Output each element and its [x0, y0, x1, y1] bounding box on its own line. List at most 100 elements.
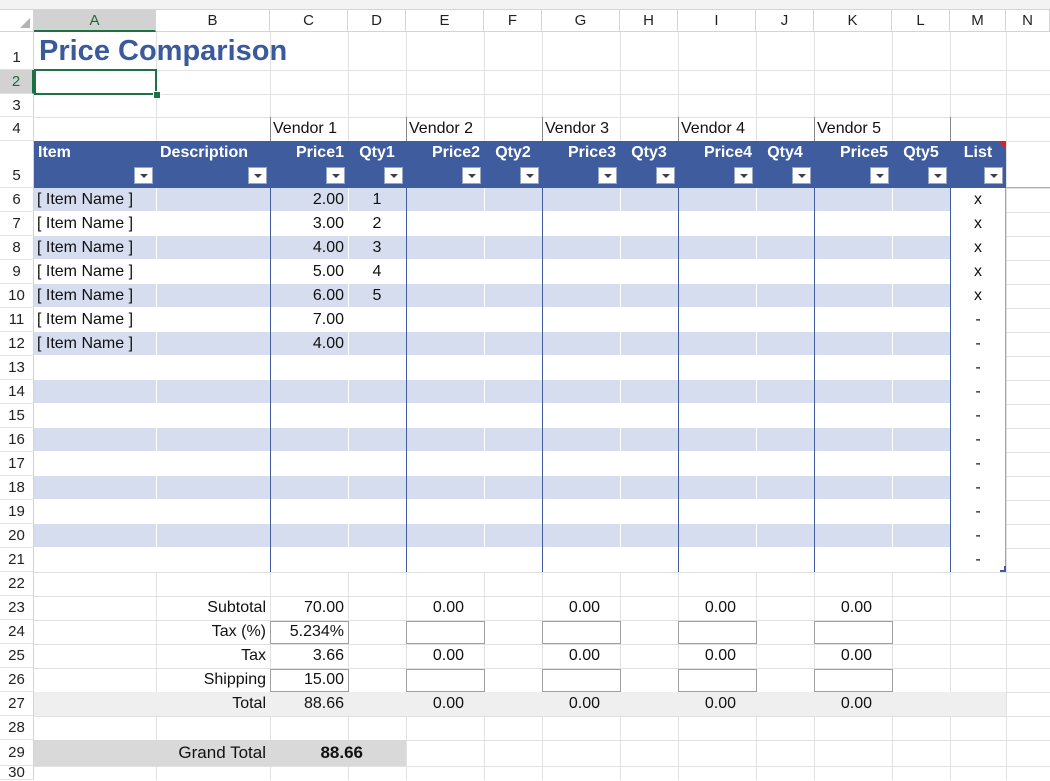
table-row[interactable] [34, 188, 950, 212]
filter-dropdown-price5[interactable] [870, 167, 889, 184]
row-header-6[interactable]: 6 [0, 188, 34, 212]
filter-dropdown-qty1[interactable] [384, 167, 403, 184]
summary-input-shipping-v3[interactable] [542, 669, 621, 692]
list-flag[interactable]: - [950, 333, 1006, 355]
list-flag[interactable]: - [950, 429, 1006, 451]
row-header-1[interactable]: 1 [0, 32, 34, 70]
list-flag[interactable]: x [950, 237, 1006, 259]
row-header-2[interactable]: 2 [0, 70, 34, 94]
table-row[interactable] [34, 428, 950, 452]
price1-value[interactable]: 7.00 [270, 309, 344, 331]
column-header-b[interactable]: B [156, 10, 270, 32]
row-header-22[interactable]: 22 [0, 572, 34, 596]
list-flag[interactable]: x [950, 189, 1006, 211]
column-header-g[interactable]: G [542, 10, 620, 32]
summary-input-shipping-v2[interactable] [406, 669, 485, 692]
filter-dropdown-qty4[interactable] [792, 167, 811, 184]
summary-input-shipping-v5[interactable] [814, 669, 893, 692]
item-name[interactable]: [ Item Name ] [37, 213, 133, 235]
row-header-10[interactable]: 10 [0, 284, 34, 308]
table-row[interactable] [34, 260, 950, 284]
qty1-value[interactable]: 4 [348, 261, 406, 283]
price1-value[interactable]: 6.00 [270, 285, 344, 307]
table-row[interactable] [34, 476, 950, 500]
summary-input-tax-pct-v2[interactable] [406, 621, 485, 644]
row-header-23[interactable]: 23 [0, 596, 34, 620]
summary-input-tax-pct-v3[interactable] [542, 621, 621, 644]
selected-cell-a2[interactable] [34, 69, 157, 95]
filter-dropdown-qty3[interactable] [656, 167, 675, 184]
row-header-11[interactable]: 11 [0, 308, 34, 332]
row-header-14[interactable]: 14 [0, 380, 34, 404]
price1-value[interactable]: 2.00 [270, 189, 344, 211]
item-name[interactable]: [ Item Name ] [37, 189, 133, 211]
summary-input-shipping-v4[interactable] [678, 669, 757, 692]
qty1-value[interactable]: 3 [348, 237, 406, 259]
row-header-29[interactable]: 29 [0, 740, 34, 766]
row-header-30[interactable]: 30 [0, 765, 34, 780]
list-flag[interactable]: x [950, 213, 1006, 235]
row-header-16[interactable]: 16 [0, 428, 34, 452]
qty1-value[interactable]: 1 [348, 189, 406, 211]
list-flag[interactable]: - [950, 405, 1006, 427]
row-header-26[interactable]: 26 [0, 668, 34, 692]
column-header-j[interactable]: J [756, 10, 814, 32]
table-row[interactable] [34, 452, 950, 476]
filter-dropdown-description[interactable] [248, 167, 267, 184]
row-header-24[interactable]: 24 [0, 620, 34, 644]
filter-dropdown-price3[interactable] [598, 167, 617, 184]
list-flag[interactable]: x [950, 285, 1006, 307]
table-row[interactable] [34, 380, 950, 404]
column-header-k[interactable]: K [814, 10, 892, 32]
table-row[interactable] [34, 548, 950, 572]
list-flag[interactable]: - [950, 381, 1006, 403]
row-header-13[interactable]: 13 [0, 356, 34, 380]
filter-dropdown-qty2[interactable] [520, 167, 539, 184]
summary-shipping-v1[interactable]: 15.00 [270, 669, 344, 691]
item-name[interactable]: [ Item Name ] [37, 285, 133, 307]
list-flag[interactable]: x [950, 261, 1006, 283]
table-row[interactable] [34, 500, 950, 524]
select-all-corner[interactable] [0, 10, 34, 32]
price1-value[interactable]: 4.00 [270, 333, 344, 355]
filter-dropdown-price4[interactable] [734, 167, 753, 184]
item-name[interactable]: [ Item Name ] [37, 261, 133, 283]
price1-value[interactable]: 5.00 [270, 261, 344, 283]
row-header-19[interactable]: 19 [0, 500, 34, 524]
filter-dropdown-price2[interactable] [462, 167, 481, 184]
list-flag[interactable]: - [950, 309, 1006, 331]
list-flag[interactable]: - [950, 525, 1006, 547]
column-header-c[interactable]: C [270, 10, 348, 32]
column-header-l[interactable]: L [892, 10, 950, 32]
table-row[interactable] [34, 236, 950, 260]
price1-value[interactable]: 3.00 [270, 213, 344, 235]
table-row[interactable] [34, 308, 950, 332]
list-flag[interactable]: - [950, 357, 1006, 379]
filter-dropdown-price1[interactable] [326, 167, 345, 184]
column-header-n[interactable]: N [1006, 10, 1050, 32]
list-flag[interactable]: - [950, 477, 1006, 499]
column-header-m[interactable]: M [950, 10, 1006, 32]
row-header-12[interactable]: 12 [0, 332, 34, 356]
table-row[interactable] [34, 404, 950, 428]
item-name[interactable]: [ Item Name ] [37, 309, 133, 331]
list-flag[interactable]: - [950, 549, 1006, 571]
row-header-9[interactable]: 9 [0, 260, 34, 284]
price1-value[interactable]: 4.00 [270, 237, 344, 259]
row-header-4[interactable]: 4 [0, 117, 34, 141]
item-name[interactable]: [ Item Name ] [37, 333, 133, 355]
fill-handle[interactable] [153, 91, 161, 99]
row-header-21[interactable]: 21 [0, 548, 34, 572]
summary-tax-pct-v1[interactable]: 5.234% [270, 621, 344, 643]
table-row[interactable] [34, 356, 950, 380]
row-header-3[interactable]: 3 [0, 94, 34, 117]
column-header-f[interactable]: F [484, 10, 542, 32]
item-name[interactable]: [ Item Name ] [37, 237, 133, 259]
row-header-8[interactable]: 8 [0, 236, 34, 260]
row-header-28[interactable]: 28 [0, 716, 34, 740]
column-header-a[interactable]: A [34, 10, 156, 32]
list-flag[interactable]: - [950, 501, 1006, 523]
table-row[interactable] [34, 212, 950, 236]
row-header-18[interactable]: 18 [0, 476, 34, 500]
row-header-5[interactable]: 5 [0, 141, 34, 188]
